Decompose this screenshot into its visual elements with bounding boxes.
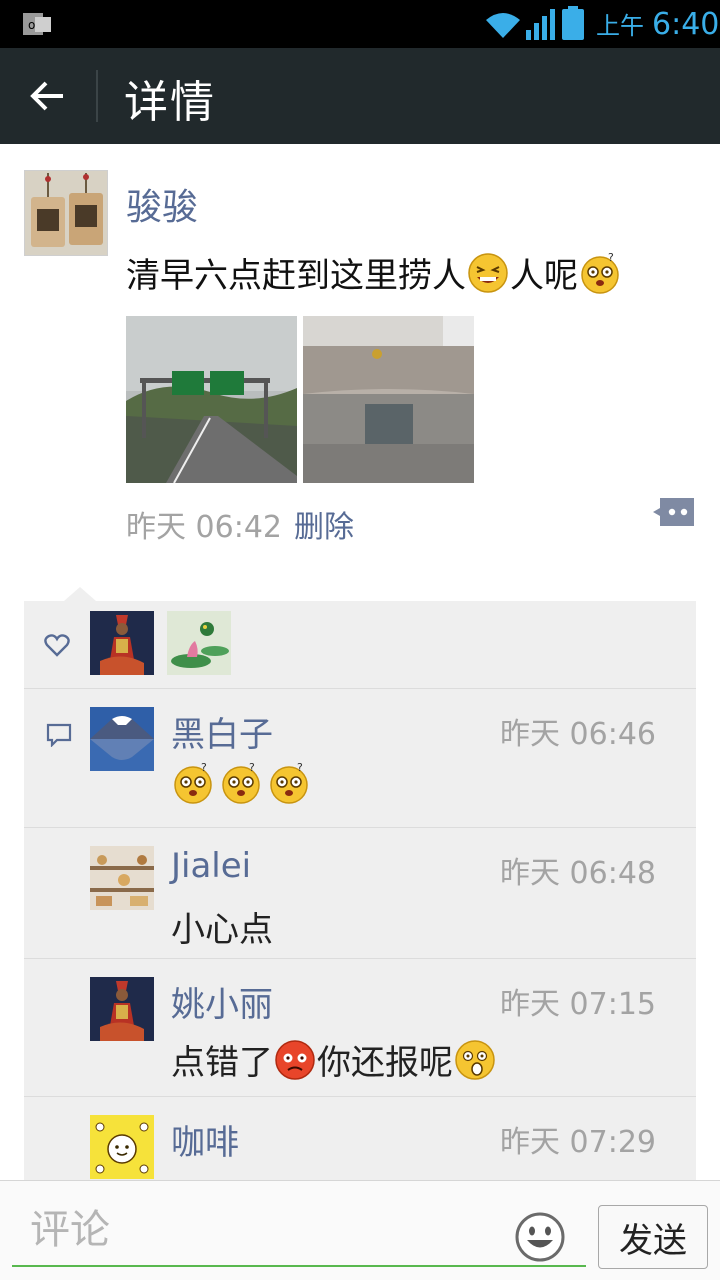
- dizzy-emoji-icon: ?: [222, 761, 260, 804]
- comment-row[interactable]: Jialei 昨天 06:48 小心点: [24, 828, 696, 959]
- comment-text: 点错了 你还报呢: [171, 1035, 497, 1084]
- heart-icon: [44, 634, 70, 657]
- comment-text: ? ? ?: [171, 761, 311, 805]
- commenter-name[interactable]: Jialei: [171, 846, 251, 886]
- panel-arrow: [64, 587, 96, 601]
- post-timestamp: 昨天 06:42: [126, 510, 282, 545]
- comment-row[interactable]: 姚小丽 昨天 07:15 点错了 你还报呢: [24, 959, 696, 1097]
- outlook-notification-icon: o: [23, 13, 51, 35]
- svg-text:?: ?: [201, 761, 207, 774]
- surprised-emoji-icon: [455, 1039, 495, 1080]
- comment-action-button[interactable]: [652, 496, 696, 528]
- post-photo-building[interactable]: [303, 316, 474, 483]
- post-author-name[interactable]: 骏骏: [126, 178, 198, 230]
- svg-text:o: o: [28, 18, 35, 32]
- post-text-part2: 人呢: [510, 256, 578, 296]
- commenter-avatar-fuji[interactable]: [90, 707, 154, 771]
- commenter-name[interactable]: 黑白子: [171, 707, 273, 756]
- comment-text-part2: 你还报呢: [317, 1043, 453, 1083]
- sun-character-avatar: [90, 1115, 154, 1179]
- delete-link[interactable]: 删除: [294, 502, 354, 546]
- commenter-avatar-coffee[interactable]: [90, 1115, 154, 1179]
- comment-text-part1: 点错了: [171, 1043, 273, 1083]
- ampm-label: 上午: [596, 12, 644, 40]
- svg-text:?: ?: [608, 251, 614, 264]
- highway-road-photo: [126, 316, 297, 483]
- post-text: 清早六点赶到这里捞人 人呢 ?: [126, 248, 622, 297]
- back-button[interactable]: [20, 68, 76, 124]
- commenter-name[interactable]: 姚小丽: [171, 977, 273, 1026]
- dancer-avatar: [90, 977, 154, 1041]
- post-text-part1: 清早六点赶到这里捞人: [126, 256, 466, 296]
- emoji-picker-icon[interactable]: [514, 1211, 566, 1263]
- commenter-avatar-dancer[interactable]: [90, 977, 154, 1041]
- keychain-avatar-image: [25, 171, 107, 255]
- dancer-avatar: [90, 611, 154, 675]
- dizzy-emoji-icon: ?: [174, 761, 212, 804]
- interaction-panel: 黑白子 昨天 06:46 ? ? ? Jialei 昨天 06:48 小心点 姚…: [24, 587, 696, 1201]
- angry-emoji-icon: [275, 1039, 315, 1080]
- author-avatar[interactable]: [24, 170, 108, 256]
- comment-row[interactable]: 黑白子 昨天 06:46 ? ? ?: [24, 689, 696, 828]
- dizzy-emoji-icon: ?: [270, 761, 308, 804]
- comment-timestamp: 昨天 07:15: [500, 987, 656, 1022]
- title-divider: [96, 70, 98, 122]
- post-photo-highway[interactable]: [126, 316, 297, 483]
- likes-row: [24, 601, 696, 689]
- comment-timestamp: 昨天 06:46: [500, 717, 656, 752]
- arrow-left-icon: [30, 81, 63, 111]
- status-bar: o 上午 6:40: [0, 0, 720, 48]
- liker-avatar-dancer[interactable]: [90, 611, 154, 675]
- comment-timestamp: 昨天 07:29: [500, 1125, 656, 1160]
- svg-text:?: ?: [249, 761, 255, 774]
- lotus-pond-avatar: [167, 611, 231, 675]
- commenter-name[interactable]: 咖啡: [171, 1115, 239, 1164]
- comment-text: 小心点: [171, 910, 273, 950]
- dizzy-emoji-icon: ?: [581, 251, 619, 294]
- comment-input-bar: 发送: [0, 1180, 720, 1280]
- mountain-lake-avatar: [90, 707, 154, 771]
- signal-icon: [526, 9, 555, 40]
- title-bar: 详情: [0, 48, 720, 144]
- time-label: 6:40: [652, 7, 720, 42]
- comment-timestamp: 昨天 06:48: [500, 856, 656, 891]
- commenter-avatar-jialei[interactable]: [90, 846, 154, 910]
- building-entrance-photo: [303, 316, 474, 483]
- wifi-icon: [486, 13, 520, 38]
- comment-input[interactable]: [12, 1195, 586, 1267]
- battery-icon: [562, 6, 584, 40]
- svg-text:?: ?: [297, 761, 303, 774]
- bakery-shelf-avatar: [90, 846, 154, 910]
- liker-avatar-lotus[interactable]: [167, 611, 231, 675]
- send-button[interactable]: 发送: [598, 1205, 708, 1269]
- clock: 上午 6:40: [596, 6, 719, 42]
- laughing-emoji-icon: [468, 252, 508, 293]
- page-title: 详情: [124, 77, 216, 128]
